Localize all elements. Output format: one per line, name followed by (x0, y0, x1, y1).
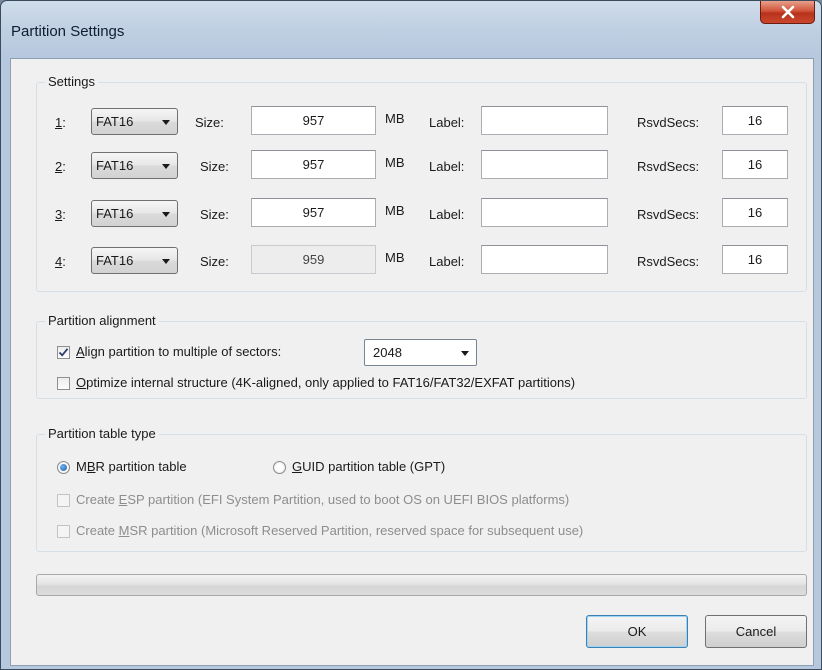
size-input[interactable]: 957 (251, 198, 376, 227)
label-input[interactable] (481, 198, 608, 227)
rsvdsecs-input[interactable]: 16 (722, 150, 788, 179)
chevron-down-icon (461, 351, 469, 356)
label-label: Label: (429, 254, 465, 269)
unit-label: MB (385, 155, 405, 170)
row-index: 4: (55, 254, 66, 269)
close-button[interactable] (760, 1, 815, 24)
chevron-down-icon (162, 259, 170, 264)
gpt-radio[interactable] (273, 461, 286, 474)
ok-button[interactable]: OK (586, 615, 688, 648)
rsvdsecs-label: RsvdSecs: (637, 115, 700, 130)
filesystem-value: FAT16 (96, 206, 134, 221)
filesystem-dropdown[interactable]: FAT16 (91, 152, 178, 179)
rsvdsecs-label: RsvdSecs: (637, 159, 700, 174)
label-input[interactable] (481, 106, 608, 135)
rsvdsecs-input[interactable]: 16 (722, 106, 788, 135)
mbr-label[interactable]: MBR partition table (76, 459, 187, 474)
label-input[interactable] (481, 245, 608, 274)
alignment-legend: Partition alignment (45, 313, 159, 328)
window-title: Partition Settings (11, 23, 125, 40)
rsvdsecs-input[interactable]: 16 (722, 198, 788, 227)
label-input[interactable] (481, 150, 608, 179)
row-index: 2: (55, 159, 66, 174)
optimize-label[interactable]: Optimize internal structure (4K-aligned,… (76, 375, 575, 390)
esp-label[interactable]: Create ESP partition (EFI System Partiti… (76, 492, 569, 507)
rsvdsecs-input[interactable]: 16 (722, 245, 788, 274)
rsvdsecs-label: RsvdSecs: (637, 254, 700, 269)
filesystem-value: FAT16 (96, 158, 134, 173)
sectors-value: 2048 (373, 345, 402, 360)
size-label: Size: (200, 159, 229, 174)
rsvdsecs-label: RsvdSecs: (637, 207, 700, 222)
align-checkbox[interactable] (57, 346, 70, 359)
progress-bar (36, 574, 807, 596)
table-type-legend: Partition table type (45, 426, 159, 441)
optimize-checkbox[interactable] (57, 377, 70, 390)
label-label: Label: (429, 115, 465, 130)
chevron-down-icon (162, 120, 170, 125)
checkmark-icon (58, 348, 69, 357)
size-input[interactable]: 957 (251, 106, 376, 135)
mbr-radio[interactable] (57, 461, 70, 474)
filesystem-dropdown[interactable]: FAT16 (91, 200, 178, 227)
label-label: Label: (429, 207, 465, 222)
unit-label: MB (385, 111, 405, 126)
row-index: 3: (55, 207, 66, 222)
close-icon (781, 5, 794, 19)
filesystem-value: FAT16 (96, 114, 134, 129)
msr-label[interactable]: Create MSR partition (Microsoft Reserved… (76, 523, 583, 538)
align-label[interactable]: Align partition to multiple of sectors: (76, 344, 281, 359)
size-label: Size: (200, 254, 229, 269)
size-input[interactable]: 957 (251, 150, 376, 179)
row-index: 1: (55, 115, 66, 130)
unit-label: MB (385, 250, 405, 265)
cancel-button[interactable]: Cancel (705, 615, 807, 648)
sectors-dropdown[interactable]: 2048 (364, 339, 477, 366)
radio-selected-dot (60, 464, 67, 471)
title-bar: Partition Settings (1, 1, 821, 61)
label-label: Label: (429, 159, 465, 174)
size-input: 959 (251, 245, 376, 274)
size-label: Size: (200, 207, 229, 222)
msr-checkbox[interactable] (57, 525, 70, 538)
chevron-down-icon (162, 164, 170, 169)
filesystem-dropdown[interactable]: FAT16 (91, 108, 178, 135)
chevron-down-icon (162, 212, 170, 217)
filesystem-dropdown[interactable]: FAT16 (91, 247, 178, 274)
esp-checkbox[interactable] (57, 494, 70, 507)
unit-label: MB (385, 203, 405, 218)
size-label: Size: (195, 115, 224, 130)
gpt-label[interactable]: GUID partition table (GPT) (292, 459, 445, 474)
dialog-body: Settings Partition alignment Align parti… (10, 58, 814, 666)
settings-legend: Settings (45, 74, 98, 89)
partition-settings-dialog: Partition Settings Settings Partition al… (0, 0, 822, 670)
filesystem-value: FAT16 (96, 253, 134, 268)
